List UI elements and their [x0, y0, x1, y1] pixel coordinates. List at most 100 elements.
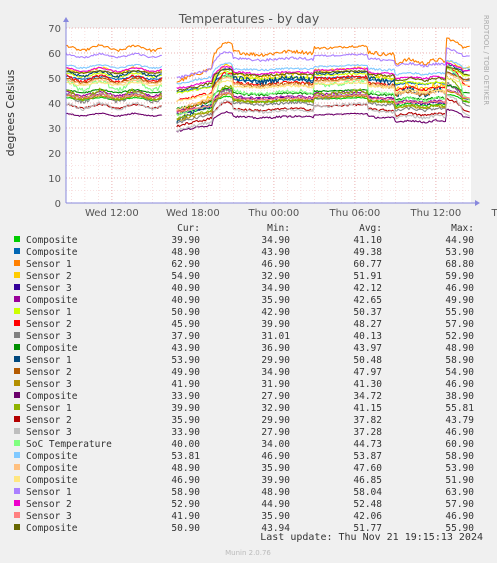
legend-min-value: 34.90 [261, 283, 290, 294]
legend-swatch [14, 308, 20, 314]
legend-cur-value: 50.90 [171, 307, 200, 318]
legend-swatch [14, 368, 20, 374]
legend-series-name: Composite [26, 475, 78, 486]
legend-avg-value: 40.13 [353, 331, 382, 342]
legend-series-name: Composite [26, 391, 78, 402]
legend-cur-value: 33.90 [171, 427, 200, 438]
legend-swatch [14, 476, 20, 482]
legend-min-value: 35.90 [261, 463, 290, 474]
legend-cur-value: 40.90 [171, 283, 200, 294]
legend-avg-value: 47.97 [353, 367, 382, 378]
legend-swatch [14, 512, 20, 518]
legend-cur-value: 48.90 [171, 247, 200, 258]
y-tick-label: 70 [48, 24, 61, 35]
temperature-chart: Temperatures - by day degrees Celsius RR… [0, 0, 497, 563]
legend-max-value: 57.90 [445, 319, 474, 330]
legend-max-value: 44.90 [445, 235, 474, 246]
legend-swatch [14, 248, 20, 254]
y-tick-label: 30 [48, 124, 61, 135]
last-update: Last update: Thu Nov 21 19:15:13 2024 [260, 532, 483, 543]
legend-max-value: 60.90 [445, 439, 474, 450]
legend-cur-value: 53.81 [171, 451, 200, 462]
legend-max-value: 46.90 [445, 379, 474, 390]
legend-series-name: Sensor 1 [26, 355, 72, 366]
legend-series-name: Sensor 1 [26, 259, 72, 270]
legend-max-value: 57.90 [445, 499, 474, 510]
legend-min-value: 43.90 [261, 247, 290, 258]
legend-cur-value: 54.90 [171, 271, 200, 282]
legend-series-name: Sensor 2 [26, 271, 72, 282]
legend-max-value: 52.90 [445, 331, 474, 342]
legend-cur-value: 53.90 [171, 355, 200, 366]
legend-avg-value: 41.10 [353, 235, 382, 246]
x-tick-label: Wed 12:00 [85, 208, 139, 219]
legend-swatch [14, 356, 20, 362]
legend-avg-value: 48.27 [353, 319, 382, 330]
legend-series-name: Composite [26, 523, 78, 534]
legend-series-name: Sensor 2 [26, 499, 72, 510]
legend-series-name: Sensor 3 [26, 511, 72, 522]
legend-swatch [14, 380, 20, 386]
legend-series-name: Composite [26, 463, 78, 474]
y-tick-label: 0 [55, 199, 61, 210]
legend-series-name: Composite [26, 247, 78, 258]
legend-swatch [14, 452, 20, 458]
legend-avg-value: 53.87 [353, 451, 382, 462]
y-tick-label: 60 [48, 49, 61, 60]
legend-swatch [14, 404, 20, 410]
legend-series-name: Sensor 3 [26, 283, 72, 294]
legend-swatch [14, 260, 20, 266]
legend-avg-value: 50.37 [353, 307, 382, 318]
legend-max-value: 58.90 [445, 355, 474, 366]
legend-cur-value: 50.90 [171, 523, 200, 534]
legend-max-value: 46.90 [445, 283, 474, 294]
legend-max-value: 53.90 [445, 463, 474, 474]
legend-header: Avg: [359, 223, 382, 234]
legend-cur-value: 52.90 [171, 499, 200, 510]
legend-min-value: 29.90 [261, 355, 290, 366]
y-axis-label: degrees Celsius [4, 69, 17, 156]
legend-avg-value: 43.97 [353, 343, 382, 354]
legend-swatch [14, 464, 20, 470]
legend-swatch [14, 344, 20, 350]
legend-max-value: 38.90 [445, 391, 474, 402]
legend-min-value: 27.90 [261, 427, 290, 438]
x-tick-label: Thu 12:00 [410, 208, 462, 219]
chart-title: Temperatures - by day [178, 11, 320, 26]
legend-series-name: Sensor 2 [26, 319, 72, 330]
legend-avg-value: 44.73 [353, 439, 382, 450]
legend-avg-value: 52.48 [353, 499, 382, 510]
legend-min-value: 31.01 [261, 331, 290, 342]
legend-swatch [14, 272, 20, 278]
munin-version: Munin 2.0.76 [225, 549, 271, 557]
legend-header: Cur: [177, 223, 200, 234]
legend-swatch [14, 416, 20, 422]
legend-cur-value: 39.90 [171, 403, 200, 414]
legend-max-value: 46.90 [445, 511, 474, 522]
legend-avg-value: 47.60 [353, 463, 382, 474]
legend-max-value: 63.90 [445, 487, 474, 498]
legend-series-name: Sensor 2 [26, 367, 72, 378]
legend-series-name: Composite [26, 235, 78, 246]
legend-avg-value: 46.85 [353, 475, 382, 486]
legend-series-name: Sensor 2 [26, 415, 72, 426]
legend-max-value: 54.90 [445, 367, 474, 378]
legend-cur-value: 49.90 [171, 367, 200, 378]
legend-min-value: 46.90 [261, 451, 290, 462]
y-tick-label: 40 [48, 99, 61, 110]
legend-swatch [14, 524, 20, 530]
legend-max-value: 58.90 [445, 451, 474, 462]
legend-max-value: 59.90 [445, 271, 474, 282]
legend-header: Min: [267, 223, 290, 234]
legend-series-name: Sensor 3 [26, 379, 72, 390]
legend-series-name: Composite [26, 295, 78, 306]
legend-cur-value: 43.90 [171, 343, 200, 354]
legend-avg-value: 42.65 [353, 295, 382, 306]
y-tick-label: 50 [48, 74, 61, 85]
legend-swatch [14, 236, 20, 242]
legend-min-value: 27.90 [261, 391, 290, 402]
legend-swatch [14, 284, 20, 290]
legend-swatch [14, 428, 20, 434]
legend-avg-value: 49.38 [353, 247, 382, 258]
legend-min-value: 35.90 [261, 511, 290, 522]
